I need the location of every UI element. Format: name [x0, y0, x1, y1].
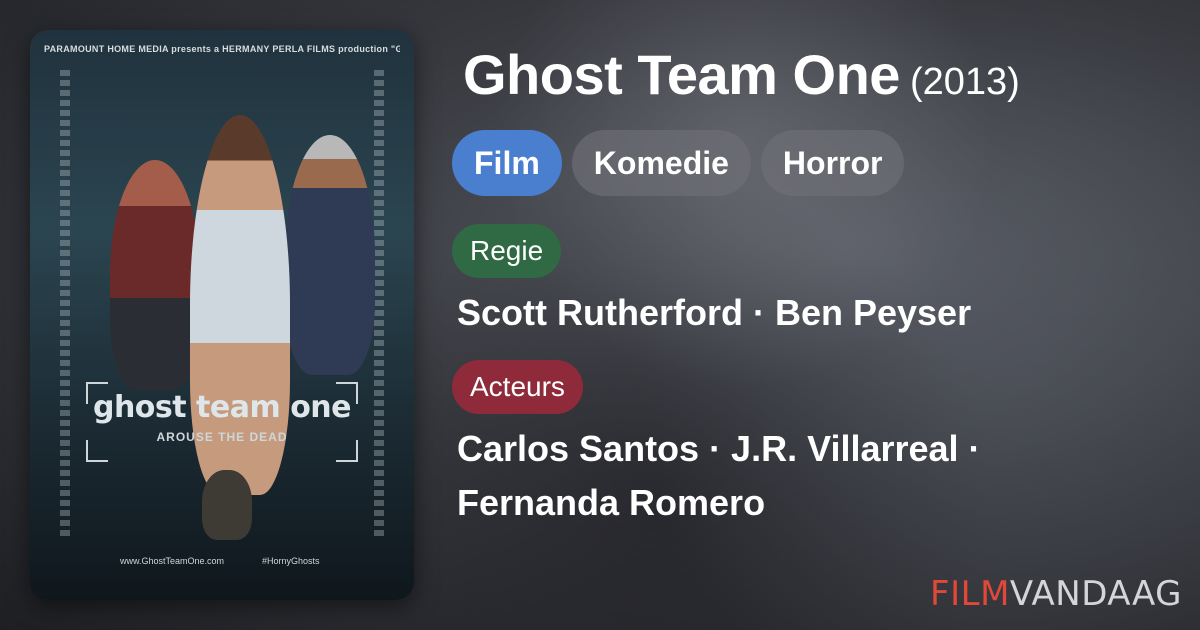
brand-logo[interactable]: FILMVANDAAG	[930, 574, 1182, 614]
poster-title: ghost team one	[92, 390, 352, 425]
genre-pill-film[interactable]: Film	[452, 130, 562, 196]
genre-pill-komedie[interactable]: Komedie	[571, 130, 751, 196]
brand-logo-film: FILM	[930, 574, 1010, 614]
brand-logo-vandaag: VANDAAG	[1009, 574, 1182, 614]
genre-list: Film Komedie Horror	[452, 130, 905, 196]
page-title: Ghost Team One	[463, 43, 900, 106]
poster-side-credits-left	[60, 70, 70, 540]
poster-dog	[202, 470, 252, 540]
poster-tagline: AROUSE THE DEAD	[156, 430, 288, 444]
director-names: Scott Rutherford · Ben Peyser	[457, 292, 972, 333]
release-year: (2013)	[909, 61, 1020, 103]
regie-label: Regie	[452, 224, 562, 278]
acteurs-label: Acteurs	[452, 360, 583, 414]
poster-side-credits-right	[374, 70, 384, 540]
genre-pill-horror[interactable]: Horror	[760, 130, 905, 196]
poster-figure-right	[285, 135, 375, 375]
actor-names-line: Fernanda Romero	[457, 482, 766, 523]
actor-names-line: Carlos Santos · J.R. Villarreal ·	[457, 428, 981, 469]
poster-figure-left	[110, 160, 200, 390]
poster-credits: PARAMOUNT HOME MEDIA presents a HERMANY …	[44, 44, 400, 54]
poster-website: www.GhostTeamOne.com	[120, 556, 225, 566]
actor-names: Carlos Santos · J.R. Villarreal · Fernan…	[457, 422, 1157, 530]
movie-poster[interactable]: PARAMOUNT HOME MEDIA presents a HERMANY …	[30, 30, 414, 600]
poster-hashtag: #HornyGhosts	[262, 556, 320, 566]
title-row: Ghost Team One (2013)	[463, 42, 1020, 107]
